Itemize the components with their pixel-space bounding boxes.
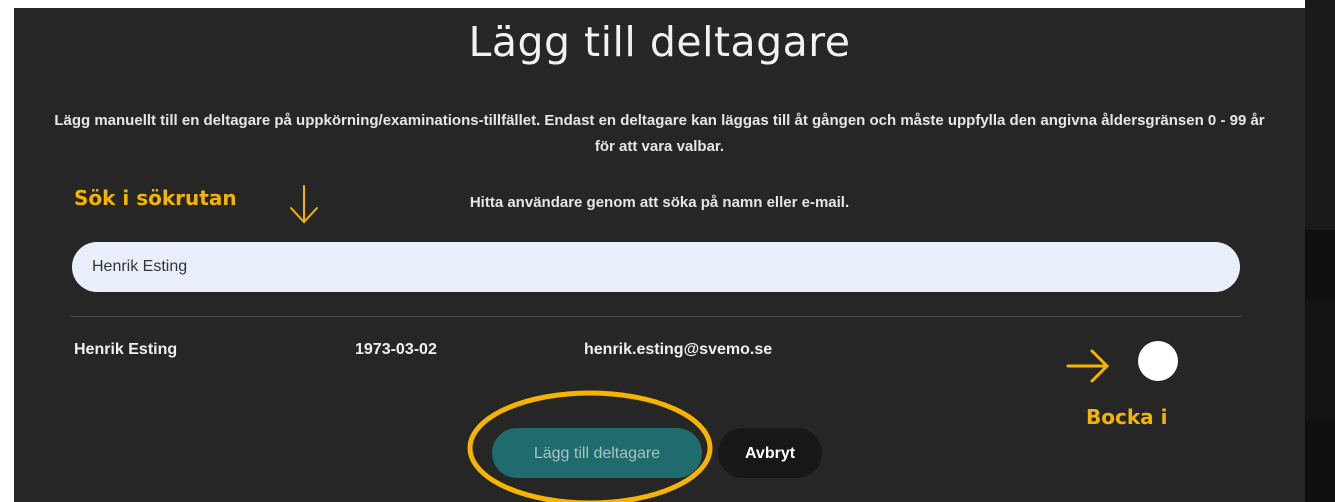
result-birthdate: 1973-03-02 xyxy=(355,341,437,358)
result-name: Henrik Esting xyxy=(74,341,178,358)
add-participant-button[interactable]: Lägg till deltagare xyxy=(492,428,702,478)
annotation-search-note: Sök i sökrutan xyxy=(74,186,237,210)
background-panel xyxy=(1305,0,1335,502)
dialog-title: Lägg till deltagare xyxy=(468,18,851,66)
background-segment xyxy=(1305,0,1335,230)
page: Lägg till deltagare Lägg manuellt till e… xyxy=(0,0,1335,502)
search-input[interactable] xyxy=(72,242,1240,292)
cancel-button[interactable]: Avbryt xyxy=(718,428,822,478)
result-row: Henrik Esting 1973-03-02 henrik.esting@s… xyxy=(14,333,1305,393)
dialog-description: Lägg manuellt till en deltagare på uppkö… xyxy=(54,112,1265,155)
divider xyxy=(70,316,1242,317)
background-segment xyxy=(1305,300,1335,420)
select-radio[interactable] xyxy=(1138,341,1178,381)
annotation-check-note: Bocka i xyxy=(1086,405,1168,429)
result-email: henrik.esting@svemo.se xyxy=(584,341,773,358)
